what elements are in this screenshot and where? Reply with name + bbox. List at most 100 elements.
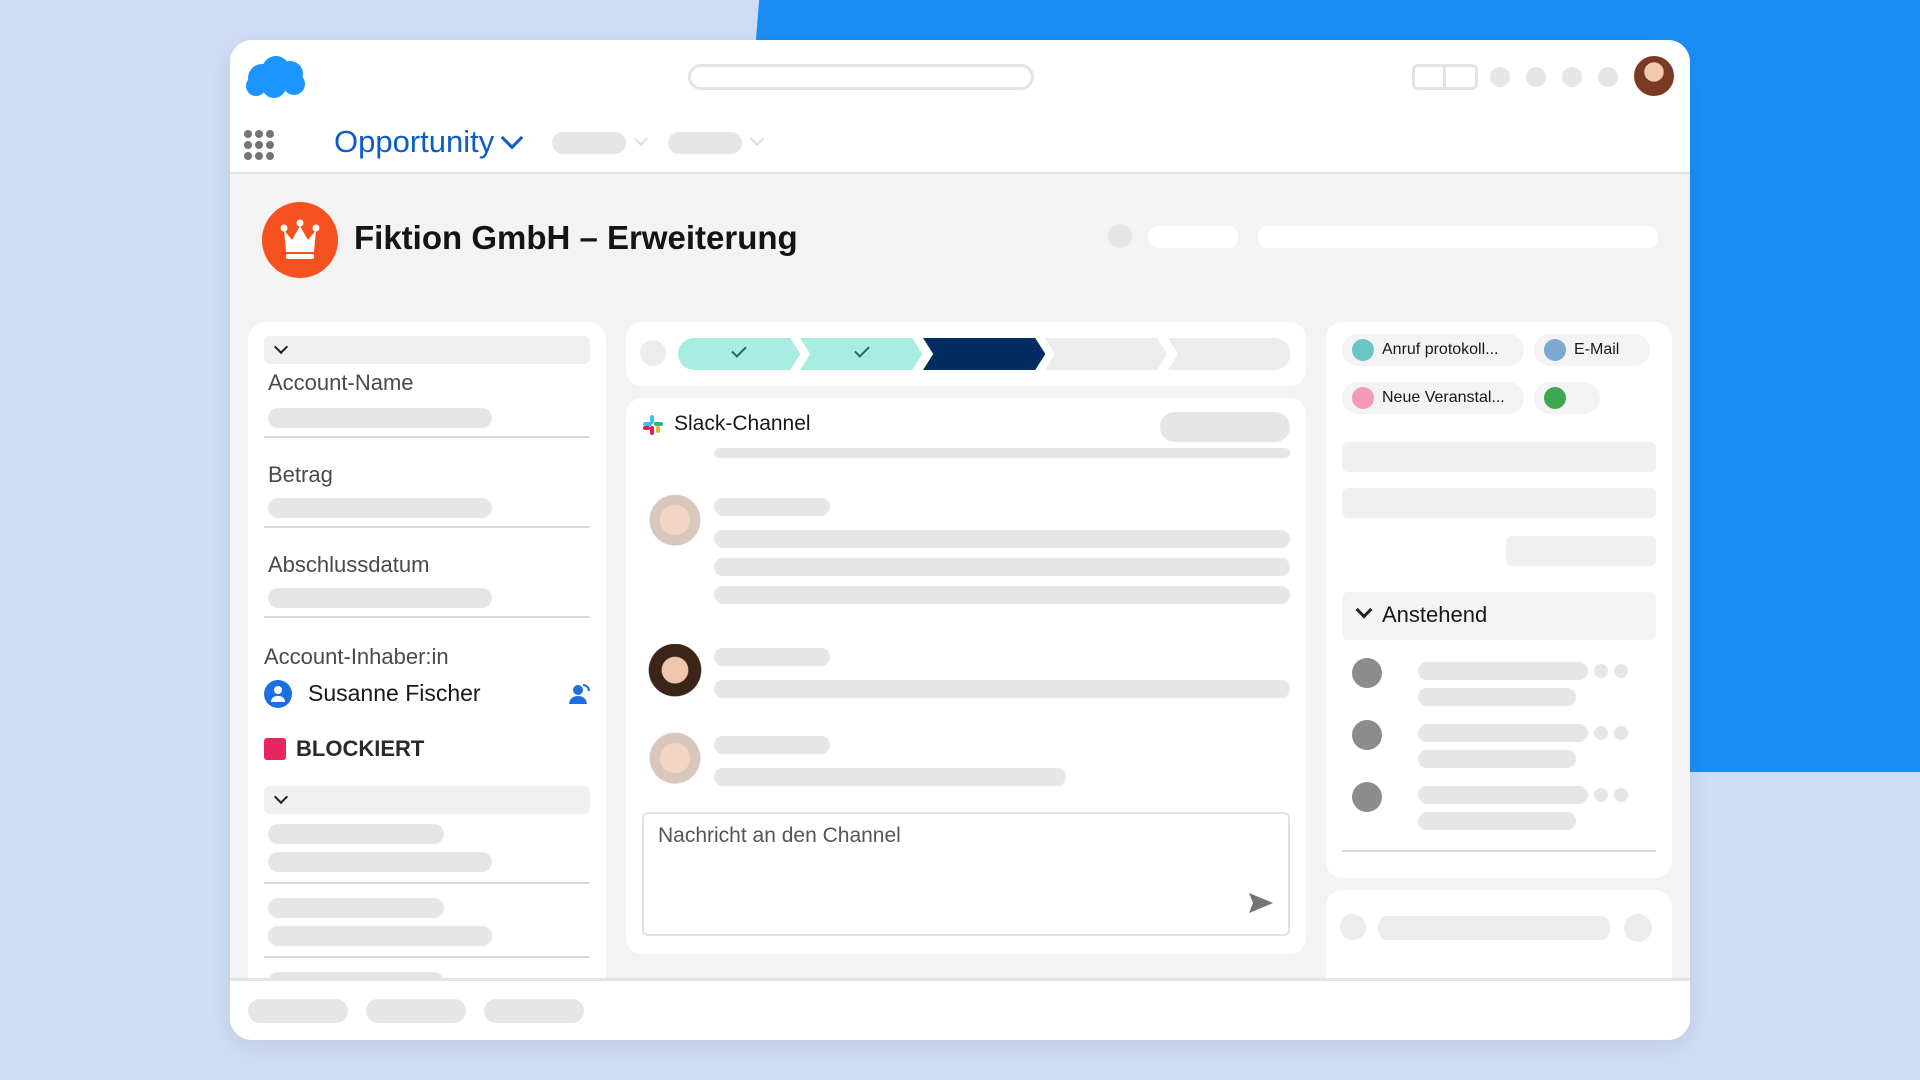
path-steps: [678, 338, 1291, 370]
timeline-item-action[interactable]: [1614, 726, 1628, 740]
app-window: Opportunity Fiktion GmbH – Erweiterung A…: [230, 40, 1690, 1040]
section-toggle[interactable]: [264, 336, 590, 364]
nav-tab-placeholder-2[interactable]: [668, 132, 742, 154]
global-header: Opportunity: [230, 40, 1690, 174]
object-nav-menu[interactable]: Opportunity: [334, 124, 524, 160]
timeline-item-action[interactable]: [1594, 788, 1608, 802]
record-header: Fiktion GmbH – Erweiterung: [230, 176, 1690, 296]
utility-item-2[interactable]: [366, 999, 466, 1023]
utility-item-1[interactable]: [248, 999, 348, 1023]
timeline-item-subtitle: [1418, 750, 1576, 768]
timeline-item-title[interactable]: [1418, 786, 1588, 804]
header-icon-4[interactable]: [1598, 67, 1618, 87]
upcoming-section-toggle[interactable]: Anstehend: [1342, 592, 1656, 640]
blocked-status-label: BLOCKIERT: [296, 736, 425, 761]
object-name: Opportunity: [334, 124, 495, 159]
header-icon-2[interactable]: [1526, 67, 1546, 87]
opportunity-crown-icon: [262, 202, 338, 278]
message-input-placeholder: Nachricht an den Channel: [658, 824, 901, 847]
timeline-item-action[interactable]: [1594, 726, 1608, 740]
salesforce-cloud-logo[interactable]: [244, 54, 308, 100]
message-author: [714, 498, 830, 516]
timeline-item-action[interactable]: [1594, 664, 1608, 678]
amount-label: Betrag: [268, 462, 333, 487]
email-icon: [1544, 339, 1566, 361]
upcoming-label: Anstehend: [1382, 602, 1488, 627]
message-input[interactable]: Nachricht an den Channel: [642, 812, 1290, 936]
path-step-5[interactable]: [1167, 338, 1291, 370]
record-title: Fiktion GmbH – Erweiterung: [354, 219, 798, 256]
path-previous-button[interactable]: [640, 340, 666, 366]
log-call-label: Anruf protokoll...: [1382, 341, 1499, 358]
divider: [1342, 850, 1656, 852]
timeline-item-action[interactable]: [1614, 664, 1628, 678]
message-line: [714, 768, 1066, 786]
slack-header-action[interactable]: [1160, 412, 1290, 442]
new-event-button[interactable]: Neue Veranstal...: [1342, 382, 1524, 414]
header-icon-1[interactable]: [1490, 67, 1510, 87]
user-photo-3[interactable]: [646, 732, 704, 790]
divider: [264, 436, 590, 438]
timeline-item-icon: [1352, 782, 1382, 812]
activity-filter-placeholder[interactable]: [1342, 488, 1656, 518]
timeline-item-title[interactable]: [1418, 724, 1588, 742]
chevron-down-icon: [749, 131, 765, 147]
related-icon: [1340, 914, 1366, 940]
message-line: [714, 680, 1290, 698]
owner-name-link[interactable]: Susanne Fischer: [308, 680, 481, 707]
activity-panel: Anruf protokoll... E-Mail Neue Veranstal…: [1326, 322, 1672, 878]
change-owner-icon[interactable]: [566, 682, 592, 708]
send-icon[interactable]: [1248, 892, 1274, 914]
timeline-item-icon: [1352, 720, 1382, 750]
utility-item-3[interactable]: [484, 999, 584, 1023]
account-name-value[interactable]: [268, 408, 492, 428]
activity-filter-placeholder[interactable]: [1342, 442, 1656, 472]
header-action-1[interactable]: [1148, 226, 1238, 248]
global-search-input[interactable]: [688, 64, 1034, 90]
section-toggle-2[interactable]: [264, 786, 590, 814]
amount-value: [268, 498, 492, 518]
owner-label: Account-Inhaber:in: [264, 644, 449, 669]
view-toggle[interactable]: [1412, 64, 1478, 90]
related-dropdown[interactable]: [1624, 914, 1652, 942]
new-event-icon: [1352, 387, 1374, 409]
path-step-2[interactable]: [800, 338, 923, 370]
user-photo-2[interactable]: [646, 644, 704, 702]
message-line: [714, 530, 1290, 548]
activity-refresh-placeholder[interactable]: [1506, 536, 1656, 566]
field-value-placeholder: [268, 926, 492, 946]
path-step-3-current[interactable]: [922, 338, 1046, 370]
chevron-down-icon: [1355, 601, 1373, 619]
follow-button[interactable]: [1108, 224, 1132, 248]
app-launcher-icon[interactable]: [244, 130, 274, 160]
user-photo-1[interactable]: [646, 494, 704, 552]
more-actions-icon: [1544, 387, 1566, 409]
path-step-1[interactable]: [678, 338, 801, 370]
close-date-value: [268, 588, 492, 608]
path-step-4[interactable]: [1045, 338, 1168, 370]
log-call-icon: [1352, 339, 1374, 361]
account-name-label: Account-Name: [268, 370, 414, 395]
message-author: [714, 648, 830, 666]
nav-tab-placeholder-1[interactable]: [552, 132, 626, 154]
email-button[interactable]: E-Mail: [1534, 334, 1650, 366]
slack-channel-title: Slack-Channel: [674, 412, 811, 435]
header-action-2[interactable]: [1258, 226, 1658, 248]
timeline-item-icon: [1352, 658, 1382, 688]
divider: [264, 616, 590, 618]
related-title: [1378, 916, 1610, 940]
more-actions-button[interactable]: [1534, 382, 1600, 414]
timeline-item-title[interactable]: [1418, 662, 1588, 680]
slack-channel-panel: Slack-Channel Nachricht an den Channel: [626, 398, 1306, 954]
user-avatar[interactable]: [1632, 54, 1676, 98]
sales-path: [626, 322, 1306, 386]
message-placeholder: [714, 448, 1290, 458]
timeline-item-action[interactable]: [1614, 788, 1628, 802]
divider: [264, 956, 590, 958]
divider: [264, 882, 590, 884]
header-icon-3[interactable]: [1562, 67, 1582, 87]
log-call-button[interactable]: Anruf protokoll...: [1342, 334, 1524, 366]
field-label-placeholder: [268, 824, 444, 844]
timeline-item-subtitle: [1418, 812, 1576, 830]
chevron-down-icon: [633, 131, 649, 147]
